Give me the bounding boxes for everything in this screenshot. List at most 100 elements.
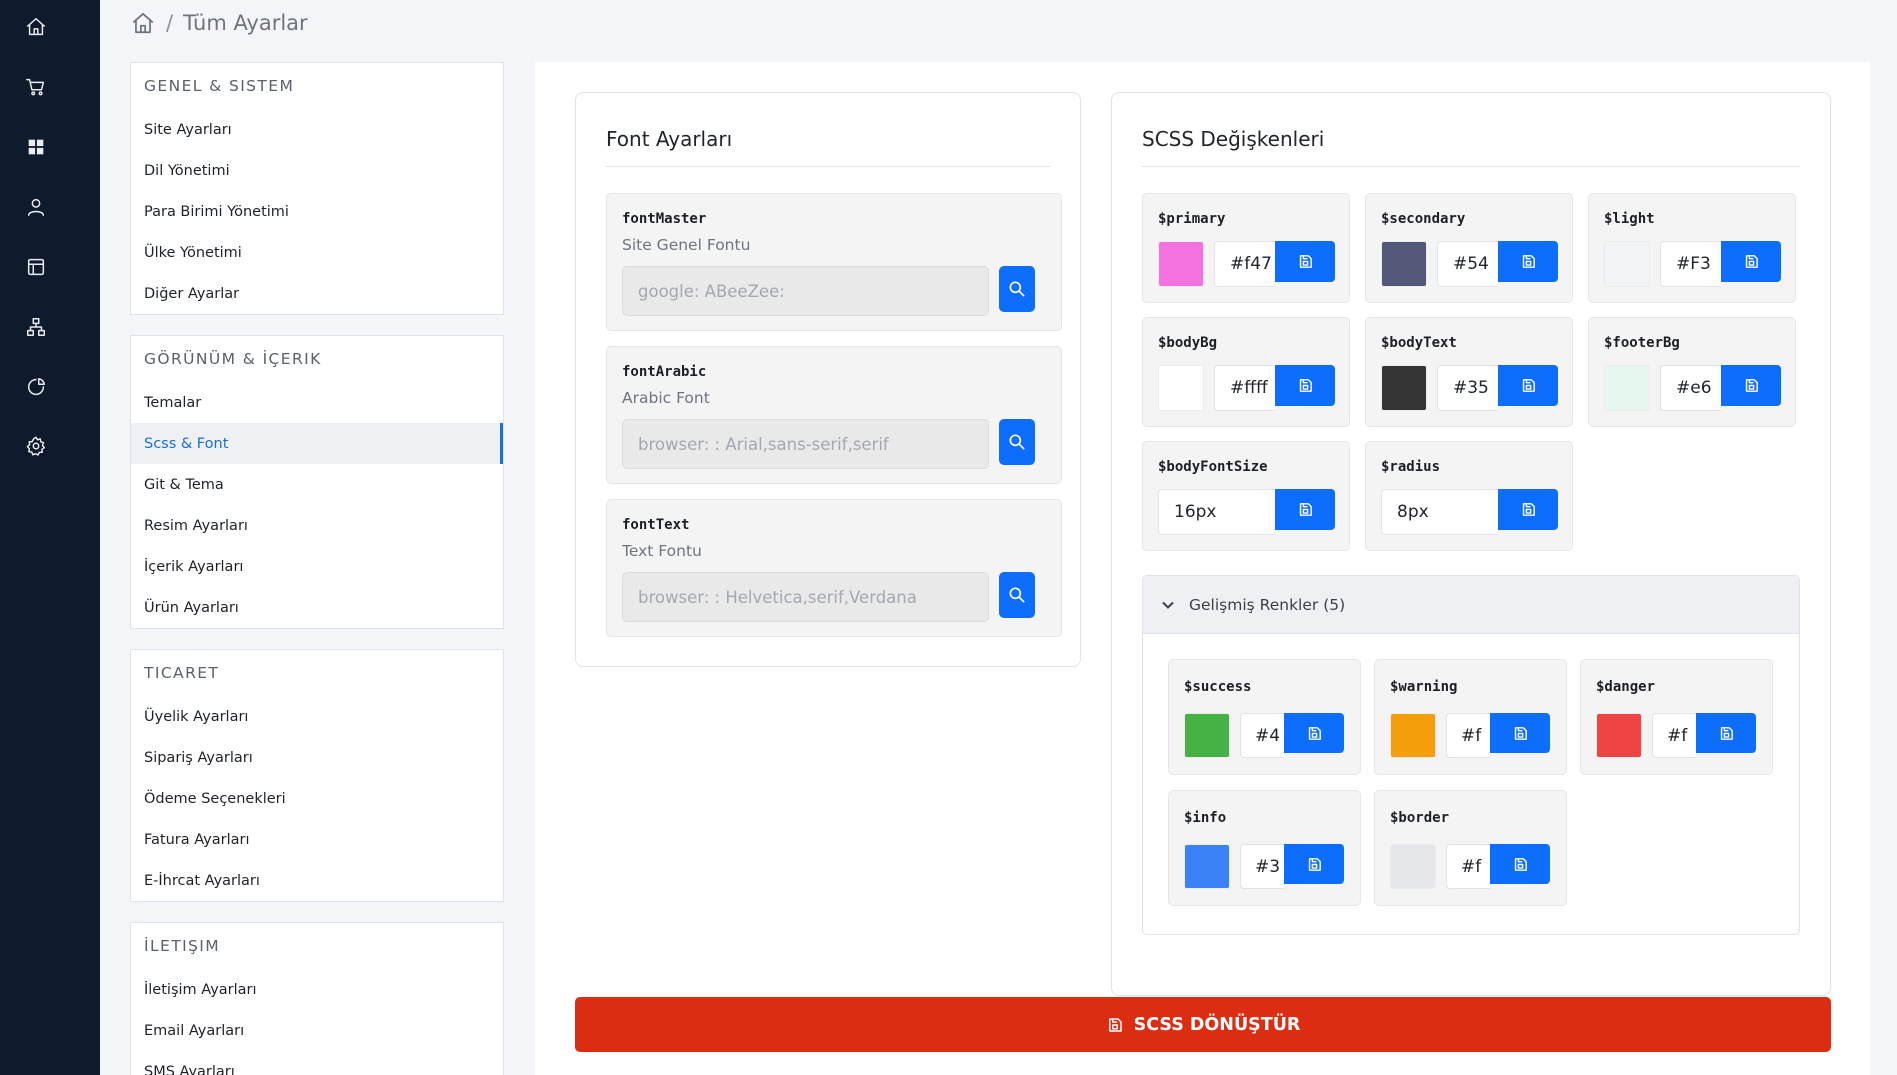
font-setting-font-arabic: fontArabic Arabic Font browser: : Arial,… [606, 346, 1062, 484]
save-button[interactable] [1275, 489, 1335, 530]
settings-menu: GENEL & SISTEM Site Ayarları Dil Yönetim… [130, 62, 504, 1075]
font-setting-font-text: fontText Text Fontu browser: : Helvetica… [606, 499, 1062, 637]
color-swatch[interactable] [1390, 844, 1436, 889]
color-value-input[interactable]: #F3 [1660, 241, 1721, 287]
menu-item-urun-ayarlari[interactable]: Ürün Ayarları [131, 587, 503, 628]
menu-item-siparis-ayarlari[interactable]: Sipariş Ayarları [131, 737, 503, 778]
color-value-input[interactable]: #f47 [1214, 241, 1275, 287]
user-icon[interactable] [24, 195, 48, 219]
menu-group-title: GENEL & SISTEM [144, 77, 295, 95]
menu-item-iletisim-ayarlari[interactable]: İletişim Ayarları [131, 969, 503, 1010]
font-search-button[interactable] [999, 572, 1035, 618]
font-input[interactable]: browser: : Helvetica,serif,Verdana [622, 572, 989, 622]
color-swatch[interactable] [1381, 241, 1427, 287]
color-swatch[interactable] [1604, 241, 1650, 287]
save-button[interactable] [1721, 365, 1781, 406]
var-key: $success [1184, 679, 1252, 695]
size-value-input[interactable]: 16px [1158, 489, 1275, 535]
save-button[interactable] [1490, 713, 1550, 753]
menu-item-sms-ayarlari[interactable]: SMS Ayarları [131, 1051, 503, 1075]
color-swatch[interactable] [1158, 365, 1204, 411]
color-value-input[interactable]: #35 [1437, 365, 1498, 411]
menu-item-dil-yonetimi[interactable]: Dil Yönetimi [131, 150, 503, 191]
page-title: Tüm Ayarlar [183, 11, 308, 35]
menu-item-fatura-ayarlari[interactable]: Fatura Ayarları [131, 819, 503, 860]
color-value-input[interactable]: #3 [1240, 844, 1284, 889]
advanced-colors-toggle[interactable]: Gelişmiş Renkler (5) [1143, 576, 1799, 634]
scss-var-radius: $radius 8px [1365, 441, 1573, 551]
menu-group-appearance: GÖRÜNÜM & İÇERIK Temalar Scss & Font Git… [130, 335, 504, 629]
color-swatch[interactable] [1604, 365, 1650, 411]
menu-item-e-ihracat-ayarlari[interactable]: E-İhrcat Ayarları [131, 860, 503, 901]
home-icon[interactable] [130, 10, 156, 36]
menu-item-resim-ayarlari[interactable]: Resim Ayarları [131, 505, 503, 546]
color-swatch[interactable] [1158, 241, 1204, 287]
save-button[interactable] [1284, 844, 1344, 884]
font-input[interactable]: google: ABeeZee: [622, 266, 989, 316]
sitemap-icon[interactable] [24, 315, 48, 339]
scss-convert-button[interactable]: SCSS DÖNÜŞTÜR [575, 997, 1831, 1052]
save-icon [1299, 255, 1312, 268]
menu-item-icerik-ayarlari[interactable]: İçerik Ayarları [131, 546, 503, 587]
save-button[interactable] [1721, 241, 1781, 282]
setting-key: fontMaster [622, 211, 707, 227]
menu-item-odeme-secenekleri[interactable]: Ödeme Seçenekleri [131, 778, 503, 819]
advanced-colors-title: Gelişmiş Renkler (5) [1189, 595, 1346, 614]
color-value-input[interactable]: #54 [1437, 241, 1498, 287]
color-value-input[interactable]: #f [1446, 844, 1490, 889]
color-value-input[interactable]: #e6 [1660, 365, 1721, 411]
menu-item-email-ayarlari[interactable]: Email Ayarları [131, 1010, 503, 1051]
home-icon[interactable] [24, 15, 48, 39]
cart-icon[interactable] [24, 75, 48, 99]
save-button[interactable] [1498, 365, 1558, 406]
menu-item-uyelik-ayarlari[interactable]: Üyelik Ayarları [131, 696, 503, 737]
menu-item-git-tema[interactable]: Git & Tema [131, 464, 503, 505]
color-swatch[interactable] [1184, 713, 1230, 758]
save-button[interactable] [1275, 241, 1335, 282]
scss-variables-title: SCSS Değişkenleri [1142, 127, 1325, 151]
var-key: $bodyBg [1158, 335, 1218, 351]
save-icon [1308, 726, 1321, 740]
save-icon [1522, 255, 1535, 268]
menu-item-site-ayarlari[interactable]: Site Ayarları [131, 109, 503, 150]
save-button[interactable] [1498, 489, 1558, 530]
setting-label: Site Genel Fontu [622, 236, 751, 254]
scss-var-secondary: $secondary #54 [1365, 193, 1573, 303]
menu-item-scss-font[interactable]: Scss & Font [131, 423, 503, 464]
menu-item-para-birimi[interactable]: Para Birimi Yönetimi [131, 191, 503, 232]
color-swatch[interactable] [1184, 844, 1230, 889]
color-value-input[interactable]: #f [1446, 713, 1490, 758]
color-value-input[interactable]: #4 [1240, 713, 1284, 758]
font-setting-font-master: fontMaster Site Genel Fontu google: ABee… [606, 193, 1062, 331]
save-button[interactable] [1284, 713, 1344, 753]
save-button[interactable] [1490, 844, 1550, 884]
menu-item-temalar[interactable]: Temalar [131, 382, 503, 423]
breadcrumb-separator: / [166, 11, 174, 35]
setting-key: fontText [622, 517, 690, 533]
menu-group-title: GÖRÜNÜM & İÇERIK [144, 350, 322, 368]
font-search-button[interactable] [999, 266, 1035, 312]
scss-var-warning: $warning #f [1374, 659, 1567, 775]
scss-var-body-font-size: $bodyFontSize 16px [1142, 441, 1350, 551]
menu-group-general: GENEL & SISTEM Site Ayarları Dil Yönetim… [130, 62, 504, 315]
color-swatch[interactable] [1390, 713, 1436, 758]
size-value-input[interactable]: 8px [1381, 489, 1498, 535]
color-value-input[interactable]: #ffff [1214, 365, 1275, 411]
color-value-input[interactable]: #f [1652, 713, 1696, 758]
save-icon [1514, 857, 1527, 871]
save-button[interactable] [1696, 713, 1756, 753]
font-input[interactable]: browser: : Arial,sans-serif,serif [622, 419, 989, 469]
scss-var-primary: $primary #f47 [1142, 193, 1350, 303]
grid-icon[interactable] [24, 135, 48, 159]
layout-icon[interactable] [24, 255, 48, 279]
font-settings-card: Font Ayarları fontMaster Site Genel Font… [575, 92, 1081, 667]
save-button[interactable] [1275, 365, 1335, 406]
menu-item-diger-ayarlar[interactable]: Diğer Ayarlar [131, 273, 503, 314]
gear-icon[interactable] [24, 434, 48, 458]
color-swatch[interactable] [1596, 713, 1642, 758]
color-swatch[interactable] [1381, 365, 1427, 411]
font-search-button[interactable] [999, 419, 1035, 465]
save-button[interactable] [1498, 241, 1558, 282]
menu-item-ulke-yonetimi[interactable]: Ülke Yönetimi [131, 232, 503, 273]
pie-chart-icon[interactable] [24, 375, 48, 399]
